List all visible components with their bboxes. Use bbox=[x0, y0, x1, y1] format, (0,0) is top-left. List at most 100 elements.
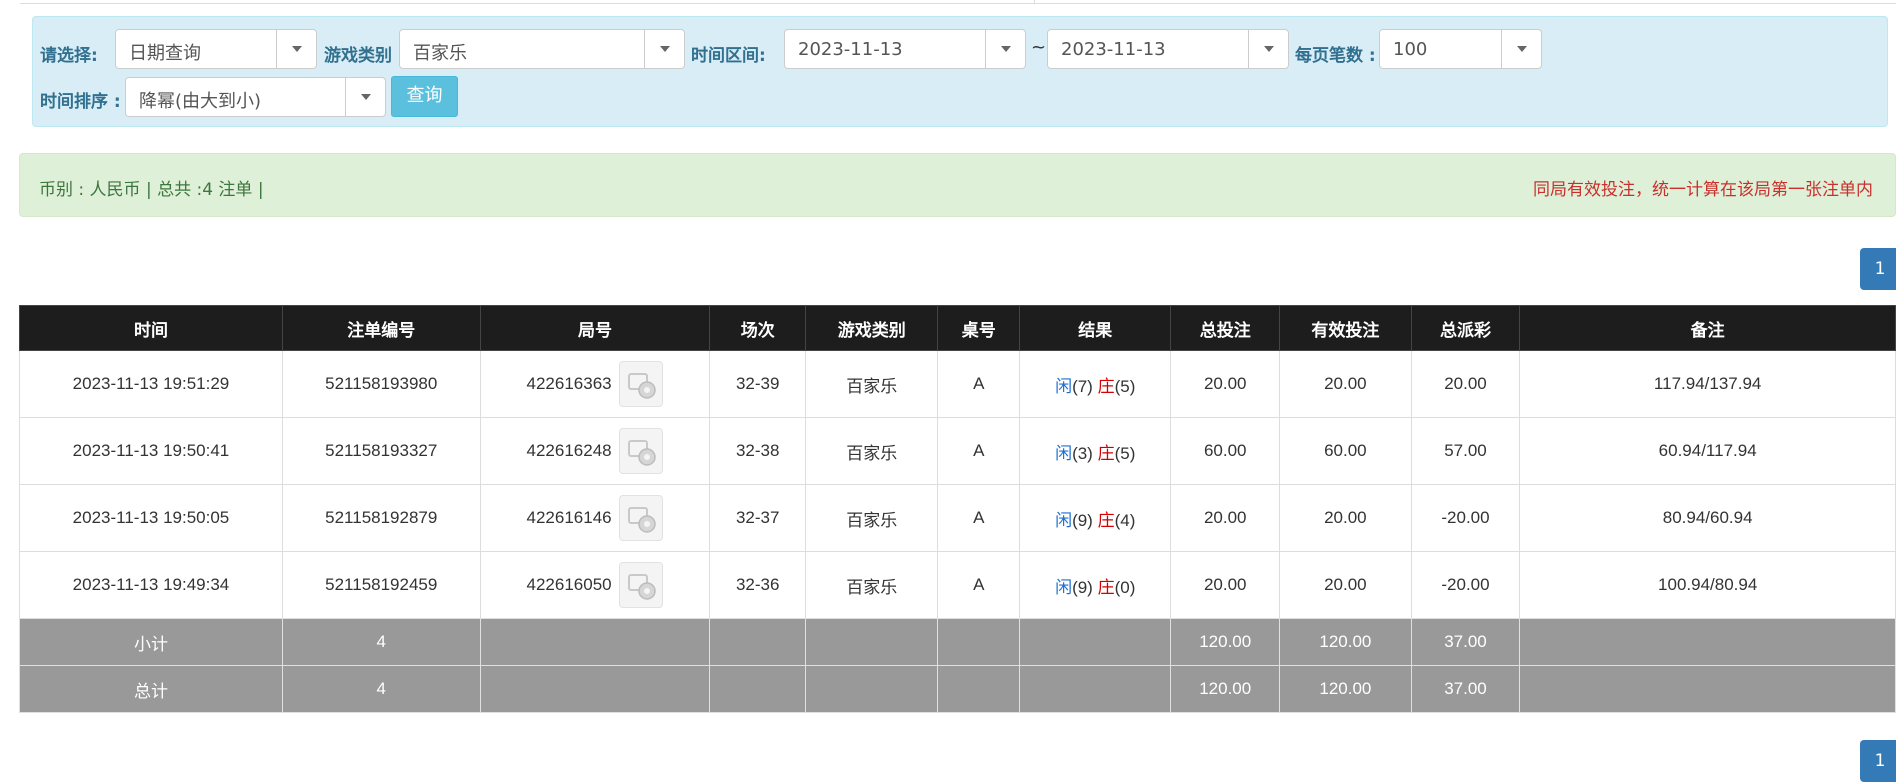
date-from-select[interactable]: 2023-11-13 bbox=[784, 29, 1026, 69]
range-separator: ~ bbox=[1031, 37, 1047, 58]
empty-cell bbox=[479, 618, 711, 666]
empty-cell bbox=[1019, 618, 1172, 666]
cell-result: 闲(3) 庄(5) bbox=[1019, 417, 1172, 485]
subtotal-valid-bet: 120.00 bbox=[1279, 618, 1412, 666]
subtotal-payout: 37.00 bbox=[1410, 618, 1521, 666]
empty-cell bbox=[805, 665, 939, 713]
col-header-bet-no: 注单编号 bbox=[281, 305, 481, 351]
round-detail-icon[interactable] bbox=[618, 361, 663, 407]
chevron-down-icon bbox=[644, 30, 684, 68]
empty-cell bbox=[709, 665, 807, 713]
table-row: 2023-11-13 19:51:29 521158193980 422616363… bbox=[19, 350, 1896, 418]
col-header-valid-bet: 有效投注 bbox=[1279, 305, 1412, 351]
player-label: 闲 bbox=[1055, 577, 1073, 597]
player-value: (3) bbox=[1072, 443, 1093, 463]
game-type-select[interactable]: 百家乐 bbox=[399, 29, 685, 69]
empty-cell bbox=[805, 618, 939, 666]
page-size-select[interactable]: 100 bbox=[1379, 29, 1542, 69]
col-header-table: 桌号 bbox=[937, 305, 1021, 351]
col-header-payout: 总派彩 bbox=[1410, 305, 1521, 351]
subtotal-label: 小计 bbox=[19, 618, 283, 666]
banker-label: 庄 bbox=[1097, 510, 1115, 530]
bets-table: 时间 注单编号 局号 场次 游戏类别 桌号 结果 总投注 有效投注 总派彩 备注… bbox=[19, 305, 1896, 713]
sort-select[interactable]: 降幂(由大到小) bbox=[125, 77, 386, 117]
filter-panel: 请选择: 日期查询 游戏类别 百家乐 时间区间: 2023-11-13 ~ 20… bbox=[32, 16, 1888, 127]
table-row: 2023-11-13 19:50:41 521158193327 422616248… bbox=[19, 417, 1896, 485]
cell-payout: 20.00 bbox=[1410, 350, 1521, 418]
sort-value: 降幂(由大到小) bbox=[139, 91, 262, 112]
round-number: 422616248 bbox=[526, 441, 612, 460]
cell-session: 32-36 bbox=[709, 551, 807, 619]
col-header-result: 结果 bbox=[1019, 305, 1172, 351]
page-size-value: 100 bbox=[1393, 39, 1428, 60]
empty-cell bbox=[937, 665, 1021, 713]
cell-result: 闲(9) 庄(4) bbox=[1019, 484, 1172, 552]
cell-round: 422616248 bbox=[479, 417, 711, 485]
banker-label: 庄 bbox=[1097, 376, 1115, 396]
pagination-page-1-top[interactable]: 1 bbox=[1860, 248, 1896, 290]
col-header-time: 时间 bbox=[19, 305, 283, 351]
table-row: 2023-11-13 19:49:34 521158192459 422616050… bbox=[19, 551, 1896, 619]
top-tab-border bbox=[20, 0, 1896, 4]
date-from-value: 2023-11-13 bbox=[798, 39, 903, 60]
table-header-row: 时间 注单编号 局号 场次 游戏类别 桌号 结果 总投注 有效投注 总派彩 备注 bbox=[19, 305, 1896, 351]
empty-cell bbox=[479, 665, 711, 713]
round-detail-icon[interactable] bbox=[618, 428, 663, 474]
cell-round: 422616050 bbox=[479, 551, 711, 619]
summary-info-bar: 币别 : 人民币 | 总共 :4 注单 | 同局有效投注，统一计算在该局第一张注… bbox=[19, 153, 1896, 217]
cell-bet-no: 521158192459 bbox=[281, 551, 481, 619]
date-to-value: 2023-11-13 bbox=[1061, 39, 1166, 60]
cell-session: 32-37 bbox=[709, 484, 807, 552]
cell-bet-no: 521158193327 bbox=[281, 417, 481, 485]
player-value: (9) bbox=[1072, 510, 1093, 530]
currency-summary: 币别 : 人民币 | 总共 :4 注单 | bbox=[39, 180, 264, 200]
chevron-down-icon bbox=[1501, 30, 1541, 68]
sort-label: 时间排序 : bbox=[40, 92, 121, 112]
player-value: (9) bbox=[1072, 577, 1093, 597]
page-size-label: 每页笔数 : bbox=[1295, 46, 1376, 66]
chevron-down-icon bbox=[1248, 30, 1288, 68]
cell-game: 百家乐 bbox=[805, 551, 939, 619]
col-header-total-bet: 总投注 bbox=[1170, 305, 1281, 351]
cell-bet-no: 521158193980 bbox=[281, 350, 481, 418]
cell-session: 32-39 bbox=[709, 350, 807, 418]
banker-value: (5) bbox=[1114, 443, 1136, 463]
subtotal-total-bet: 120.00 bbox=[1170, 618, 1281, 666]
select-label: 请选择: bbox=[40, 46, 98, 66]
total-row: 总计 4 120.00 120.00 37.00 bbox=[19, 665, 1896, 713]
cell-remark: 60.94/117.94 bbox=[1519, 417, 1896, 485]
cell-payout: -20.00 bbox=[1410, 484, 1521, 552]
query-button[interactable]: 查询 bbox=[391, 76, 458, 117]
cell-payout: -20.00 bbox=[1410, 551, 1521, 619]
total-label: 总计 bbox=[19, 665, 283, 713]
round-detail-icon[interactable] bbox=[618, 495, 663, 541]
query-type-select[interactable]: 日期查询 bbox=[115, 29, 317, 69]
total-count: 4 bbox=[281, 665, 481, 713]
banker-label: 庄 bbox=[1097, 443, 1115, 463]
cell-result: 闲(7) 庄(5) bbox=[1019, 350, 1172, 418]
time-range-label: 时间区间: bbox=[691, 46, 766, 66]
cell-game: 百家乐 bbox=[805, 350, 939, 418]
game-type-value: 百家乐 bbox=[413, 43, 467, 64]
cell-round: 422616363 bbox=[479, 350, 711, 418]
banker-value: (4) bbox=[1114, 510, 1136, 530]
cell-table: A bbox=[937, 551, 1021, 619]
round-detail-icon[interactable] bbox=[618, 562, 663, 608]
round-number: 422616146 bbox=[526, 508, 612, 527]
total-valid-bet: 120.00 bbox=[1279, 665, 1412, 713]
cell-game: 百家乐 bbox=[805, 417, 939, 485]
banker-label: 庄 bbox=[1097, 577, 1115, 597]
subtotal-count: 4 bbox=[281, 618, 481, 666]
cell-time: 2023-11-13 19:50:05 bbox=[19, 484, 283, 552]
cell-remark: 117.94/137.94 bbox=[1519, 350, 1896, 418]
pagination-page-1-bottom[interactable]: 1 bbox=[1860, 740, 1896, 782]
cell-valid-bet: 20.00 bbox=[1279, 484, 1412, 552]
cell-time: 2023-11-13 19:51:29 bbox=[19, 350, 283, 418]
cell-total-bet: 20.00 bbox=[1170, 350, 1281, 418]
cell-remark: 80.94/60.94 bbox=[1519, 484, 1896, 552]
cell-table: A bbox=[937, 484, 1021, 552]
col-header-session: 场次 bbox=[709, 305, 807, 351]
game-type-label: 游戏类别 bbox=[324, 46, 392, 66]
date-to-select[interactable]: 2023-11-13 bbox=[1047, 29, 1289, 69]
player-label: 闲 bbox=[1055, 510, 1073, 530]
